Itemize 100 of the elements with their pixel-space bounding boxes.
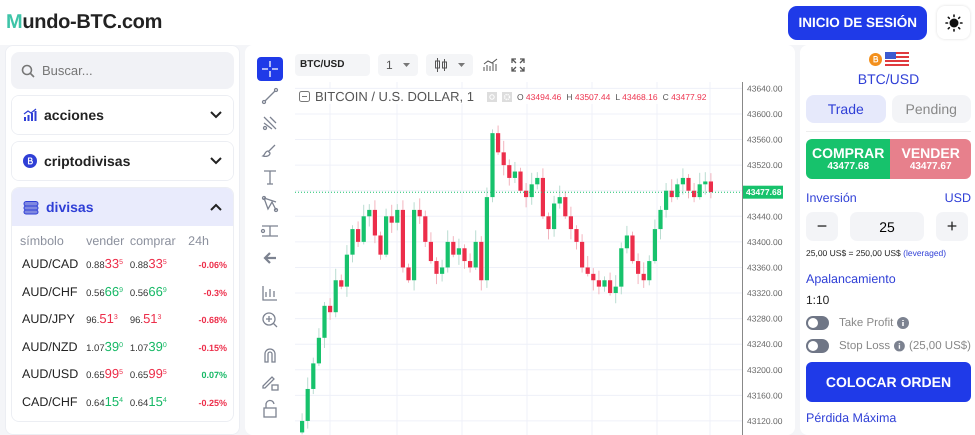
symbol-cell-text: AUD/USD bbox=[21, 367, 80, 381]
candlestick bbox=[664, 182, 668, 218]
candlestick bbox=[675, 178, 680, 200]
us-flag-icon bbox=[884, 52, 908, 66]
candlestick bbox=[406, 263, 411, 284]
candlestick bbox=[440, 259, 444, 282]
buy-price-cell-text: 1.0739$^{0}$ bbox=[130, 338, 168, 354]
candlestick bbox=[563, 190, 568, 220]
candlestick bbox=[530, 172, 534, 206]
symbol-cell-text: CAD/CHF bbox=[21, 394, 79, 408]
info-icon[interactable] bbox=[897, 317, 910, 329]
category-header[interactable]: acciones bbox=[12, 96, 233, 134]
category-header[interactable]: criptodivisas bbox=[12, 142, 233, 180]
info-icon[interactable] bbox=[894, 340, 905, 352]
bar-chart-icon bbox=[23, 108, 37, 122]
search-field[interactable]: Buscar... bbox=[11, 52, 234, 89]
column-header: comprar bbox=[130, 234, 177, 248]
candlestick-icon bbox=[434, 56, 448, 72]
candlestick bbox=[698, 172, 702, 200]
leveraged-link[interactable]: (leveraged) bbox=[903, 248, 946, 258]
coins-icon bbox=[23, 200, 39, 214]
buy-price-cell-text: 0.8833$^{5}$ bbox=[130, 256, 168, 271]
toggle-switch[interactable] bbox=[806, 339, 829, 353]
candlestick bbox=[608, 272, 612, 296]
order-tab[interactable]: Trade bbox=[806, 95, 886, 123]
candlestick bbox=[680, 168, 685, 196]
interval-dropdown[interactable]: 1 bbox=[378, 54, 418, 76]
site-logo[interactable]: Mundo-BTC.com bbox=[6, 11, 162, 34]
change-cell-text: -0.15% bbox=[197, 342, 227, 352]
column-header: vender bbox=[86, 234, 126, 248]
chart-title: BITCOIN / U.S. DOLLAR, 1 bbox=[315, 89, 474, 104]
candlestick bbox=[367, 204, 372, 228]
axis-label: 43560.00 bbox=[747, 134, 782, 145]
axis-label: 43360.00 bbox=[747, 262, 782, 272]
toggle-switch[interactable] bbox=[806, 316, 829, 330]
candlestick bbox=[496, 124, 500, 156]
change-cell-text: -0.3% bbox=[202, 288, 227, 298]
axis-label: 43240.00 bbox=[747, 339, 782, 350]
candlestick bbox=[339, 274, 344, 290]
candlestick bbox=[356, 220, 360, 248]
change-cell-text: -0.06% bbox=[197, 260, 227, 270]
candlestick bbox=[686, 174, 691, 199]
ohlc-value: O 43494.46 bbox=[516, 92, 562, 102]
ohlc-value: C 43477.92 bbox=[662, 92, 707, 102]
candlestick bbox=[524, 182, 528, 208]
leverage-value: 1:10 bbox=[806, 293, 830, 307]
candlestick bbox=[434, 256, 439, 285]
buy-price-cell-text: 96.51$^{3}$ bbox=[130, 311, 162, 326]
symbol-field[interactable]: BTC/USD bbox=[295, 54, 370, 76]
axis-label: 43280.00 bbox=[747, 314, 782, 324]
collapse-icon[interactable] bbox=[299, 91, 310, 102]
symbol-cell-text: AUD/CHF bbox=[21, 284, 79, 298]
candlestick bbox=[658, 206, 663, 240]
caret-icon bbox=[458, 62, 465, 66]
category-header[interactable]: divisas bbox=[12, 188, 233, 226]
column-header: símbolo bbox=[19, 234, 65, 248]
candlestick bbox=[428, 232, 433, 264]
candlestick bbox=[395, 204, 400, 231]
axis-label: 43120.00 bbox=[747, 416, 782, 426]
zoom-icon bbox=[260, 310, 280, 330]
candlestick bbox=[507, 158, 512, 186]
candlestick bbox=[418, 198, 422, 224]
pair-label: BTC/USD bbox=[856, 71, 920, 87]
chart-type-dropdown[interactable] bbox=[426, 54, 473, 76]
axis-label: 43640.00 bbox=[747, 83, 782, 94]
decrease-button[interactable]: − bbox=[806, 212, 838, 241]
investment-label: Inversión bbox=[806, 191, 857, 205]
place-order-button[interactable]: COLOCAR ORDEN bbox=[806, 362, 971, 402]
candlestick bbox=[636, 252, 640, 285]
chevron-icon bbox=[210, 111, 222, 119]
amount-field[interactable]: 25 bbox=[850, 212, 924, 241]
candlestick bbox=[614, 274, 618, 304]
buy-price-cell-text: 0.5666$^{9}$ bbox=[130, 284, 168, 298]
sell-price-cell-text: 0.8833$^{5}$ bbox=[86, 256, 124, 271]
candlestick bbox=[462, 244, 467, 270]
category-label: criptodivisas bbox=[44, 153, 132, 169]
candlestick bbox=[451, 236, 456, 258]
leverage-label: Apalancamiento bbox=[806, 272, 897, 286]
axis-label: 43440.00 bbox=[747, 211, 782, 222]
crosshair-tool-button[interactable] bbox=[257, 57, 283, 81]
candlestick bbox=[378, 231, 383, 260]
sun-icon bbox=[944, 14, 962, 32]
candlestick bbox=[535, 172, 540, 190]
candlestick bbox=[390, 204, 394, 234]
candlestick bbox=[647, 254, 652, 286]
currency-label: USD bbox=[944, 191, 971, 205]
chevron-icon bbox=[210, 157, 222, 165]
candlestick bbox=[692, 182, 696, 203]
category-label: divisas bbox=[46, 199, 94, 215]
theme-toggle-button[interactable] bbox=[937, 6, 970, 39]
change-cell-text: -0.68% bbox=[197, 315, 227, 325]
category-label: acciones bbox=[44, 107, 105, 123]
fullscreen-button[interactable] bbox=[508, 56, 527, 74]
candlestick bbox=[512, 161, 517, 184]
crosshair-icon bbox=[260, 59, 280, 79]
ref-line-label: 43477.68 bbox=[746, 187, 782, 198]
increase-button[interactable]: + bbox=[936, 212, 968, 241]
candlestick bbox=[300, 412, 304, 435]
bitcoin-icon bbox=[868, 52, 882, 66]
login-button[interactable]: INICIO DE SESIÓN bbox=[788, 6, 927, 40]
